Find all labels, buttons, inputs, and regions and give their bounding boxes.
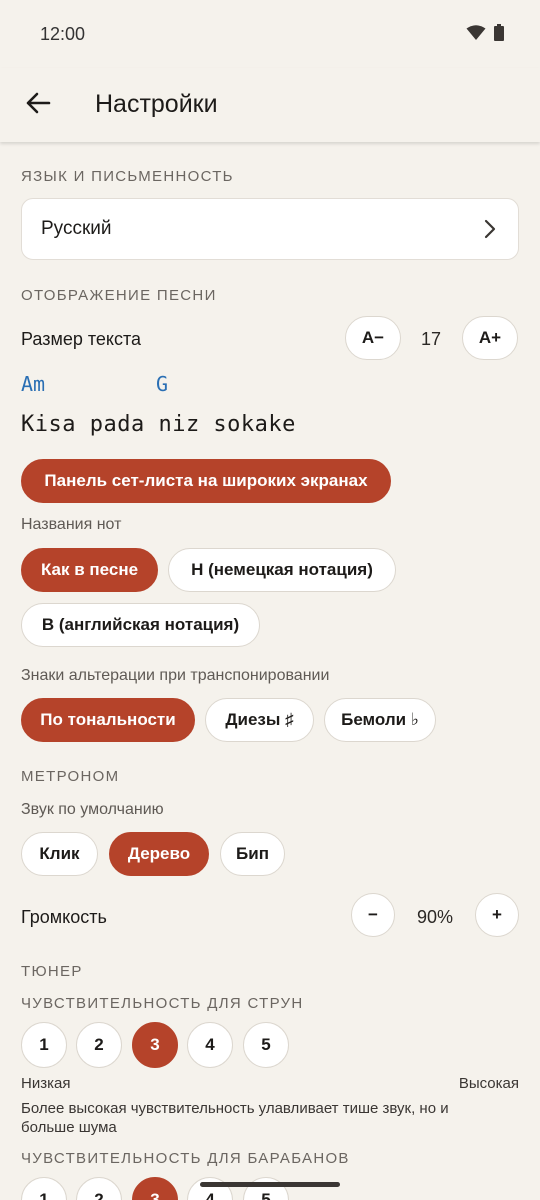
text-size-increase-button[interactable]: A+ xyxy=(462,316,518,360)
string-sensitivity-option-4[interactable]: 4 xyxy=(187,1022,233,1068)
metronome-sound-label: Звук по умолчанию xyxy=(21,801,164,818)
language-value: Русский xyxy=(41,218,112,239)
setlist-panel-toggle[interactable]: Панель сет-листа на широких экранах xyxy=(21,459,391,503)
sound-option-click[interactable]: Клик xyxy=(21,832,98,876)
accidentals-option-key[interactable]: По тональности xyxy=(21,698,195,742)
preview-chord: G xyxy=(156,372,169,396)
sensitivity-high-label: Высокая xyxy=(458,1075,519,1092)
settings-list[interactable]: ЯЗЫК И ПИСЬМЕННОСТЬ Русский ОТОБРАЖЕНИЕ … xyxy=(0,142,540,1200)
drum-sensitivity-option-1[interactable]: 1 xyxy=(21,1177,67,1200)
status-icons xyxy=(466,24,504,46)
battery-icon xyxy=(494,24,504,46)
drum-sensitivity-header: ЧУВСТВИТЕЛЬНОСТЬ ДЛЯ БАРАБАНОВ xyxy=(21,1150,350,1167)
note-names-option-german[interactable]: H (немецкая нотация) xyxy=(168,548,396,592)
volume-decrease-button[interactable]: − xyxy=(351,893,395,937)
sensitivity-hint: Более высокая чувствительность улавливае… xyxy=(21,1100,449,1136)
volume-increase-button[interactable]: + xyxy=(475,893,519,937)
gesture-navigation-bar[interactable] xyxy=(200,1182,340,1187)
drum-sensitivity-option-3[interactable]: 3 xyxy=(132,1177,178,1200)
accidentals-option-flats[interactable]: Бемоли ♭ xyxy=(324,698,436,742)
status-bar: 12:00 xyxy=(0,0,540,68)
section-header-metronome: МЕТРОНОМ xyxy=(21,768,120,785)
language-selector[interactable]: Русский xyxy=(21,198,519,260)
accidentals-option-sharps[interactable]: Диезы ♯ xyxy=(205,698,314,742)
section-header-song-display: ОТОБРАЖЕНИЕ ПЕСНИ xyxy=(21,287,217,304)
text-size-label: Размер текста xyxy=(21,329,142,349)
drum-sensitivity-option-4[interactable]: 4 xyxy=(187,1177,233,1200)
status-time: 12:00 xyxy=(40,24,86,44)
note-names-option-song[interactable]: Как в песне xyxy=(21,548,158,592)
sound-option-wood[interactable]: Дерево xyxy=(109,832,209,876)
string-sensitivity-header: ЧУВСТВИТЕЛЬНОСТЬ ДЛЯ СТРУН xyxy=(21,995,304,1012)
section-header-tuner: ТЮНЕР xyxy=(21,963,83,980)
back-button[interactable] xyxy=(20,87,56,123)
arrow-back-icon xyxy=(25,92,51,119)
note-names-label: Названия нот xyxy=(21,516,122,533)
volume-label: Громкость xyxy=(21,907,107,927)
wifi-icon xyxy=(466,24,486,46)
note-names-option-english[interactable]: B (английская нотация) xyxy=(21,603,260,647)
preview-chord: Am xyxy=(21,372,46,396)
drum-sensitivity-option-5[interactable]: 5 xyxy=(243,1177,289,1200)
sound-option-beep[interactable]: Бип xyxy=(220,832,285,876)
section-header-language: ЯЗЫК И ПИСЬМЕННОСТЬ xyxy=(21,168,234,185)
string-sensitivity-option-2[interactable]: 2 xyxy=(76,1022,122,1068)
preview-lyric: Kisa pada niz sokake xyxy=(21,412,296,437)
app-bar: Настройки xyxy=(0,68,540,142)
string-sensitivity-option-5[interactable]: 5 xyxy=(243,1022,289,1068)
text-size-decrease-button[interactable]: A− xyxy=(345,316,401,360)
page-title: Настройки xyxy=(95,90,218,118)
accidentals-label: Знаки альтерации при транспонировании xyxy=(21,667,330,684)
drum-sensitivity-option-2[interactable]: 2 xyxy=(76,1177,122,1200)
string-sensitivity-option-1[interactable]: 1 xyxy=(21,1022,67,1068)
string-sensitivity-option-3[interactable]: 3 xyxy=(132,1022,178,1068)
sensitivity-low-label: Низкая xyxy=(21,1075,71,1092)
volume-value: 90% xyxy=(416,907,454,927)
chevron-right-icon xyxy=(484,219,496,244)
text-size-value: 17 xyxy=(420,329,442,349)
